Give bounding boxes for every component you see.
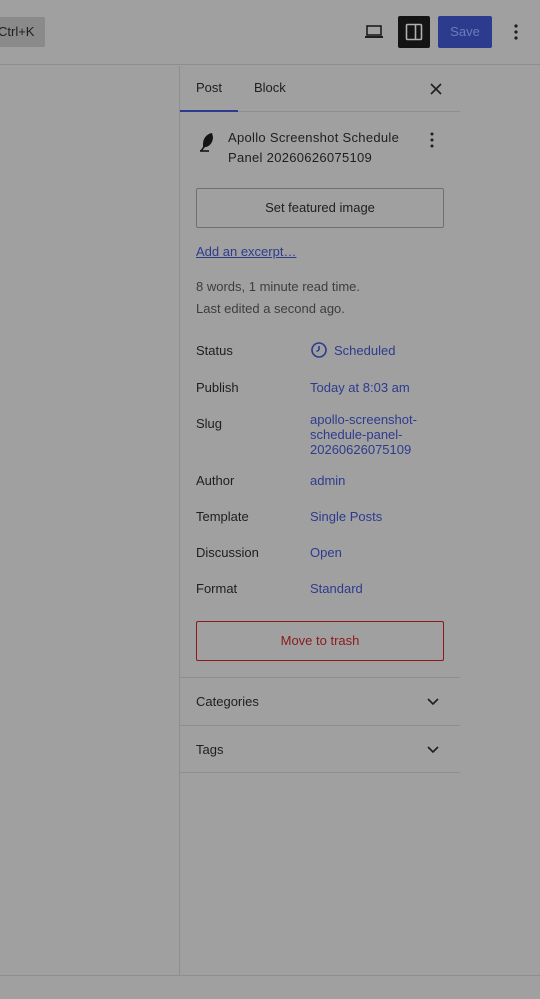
editor-footer	[0, 975, 540, 999]
panel-title: Categories	[196, 694, 259, 709]
tab-post[interactable]: Post	[180, 66, 238, 112]
feather-icon	[200, 133, 213, 152]
close-icon	[430, 83, 442, 95]
categories-panel[interactable]: Categories	[180, 677, 460, 725]
template-button[interactable]: Single Posts	[310, 509, 382, 524]
sidebar-tabs: Post Block	[180, 66, 460, 112]
editor-header: Ctrl+K Save	[0, 0, 540, 65]
slug-line: apollo-screenshot-	[310, 412, 417, 427]
sidebar-toggle-icon	[405, 23, 423, 41]
right-gutter	[460, 66, 540, 975]
settings-toggle-button[interactable]	[398, 16, 430, 48]
status-value[interactable]: Scheduled	[310, 341, 395, 359]
editor-canvas[interactable]	[0, 66, 179, 975]
slug-label: Slug	[196, 416, 223, 431]
publish-date-button[interactable]: Today at 8:03 am	[310, 380, 410, 395]
chevron-down-icon	[427, 698, 439, 706]
save-button[interactable]: Save	[438, 16, 492, 48]
post-title: Apollo Screenshot Schedule Panel 2026062…	[228, 130, 400, 165]
template-label: Template	[196, 509, 249, 524]
close-sidebar-button[interactable]	[424, 77, 448, 101]
status-value-text: Scheduled	[334, 342, 396, 358]
status-label: Status	[196, 343, 233, 358]
format-label: Format	[196, 581, 238, 596]
post-actions-kebab-icon[interactable]	[424, 132, 440, 148]
tags-panel[interactable]: Tags	[180, 725, 460, 773]
discussion-button[interactable]: Open	[310, 545, 342, 560]
preview-button[interactable]	[358, 16, 390, 48]
slug-line: 20260626075109	[310, 442, 412, 457]
slug-line: schedule-panel-	[310, 427, 403, 442]
clock-icon	[311, 342, 327, 358]
format-button[interactable]: Standard	[310, 581, 363, 596]
last-edited: Last edited a second ago.	[196, 301, 345, 316]
author-label: Author	[196, 473, 235, 488]
author-button[interactable]: admin	[310, 473, 345, 488]
discussion-label: Discussion	[196, 545, 259, 560]
tab-block[interactable]: Block	[254, 66, 286, 112]
panel-title: Tags	[196, 742, 224, 757]
publish-label: Publish	[196, 380, 239, 395]
command-palette-button[interactable]: Ctrl+K	[0, 17, 45, 47]
move-to-trash-button[interactable]: Move to trash	[196, 621, 444, 661]
slug-button[interactable]: apollo-screenshot- schedule-panel- 20260…	[310, 412, 417, 457]
add-excerpt-link[interactable]: Add an excerpt…	[196, 244, 296, 259]
set-featured-image-button[interactable]: Set featured image	[196, 188, 444, 228]
settings-sidebar: Post Block Apollo Screenshot Schedule Pa…	[179, 66, 460, 975]
kebab-icon	[514, 24, 518, 40]
laptop-icon	[365, 25, 383, 38]
post-stats: 8 words, 1 minute read time.	[196, 279, 361, 294]
chevron-down-icon	[427, 746, 439, 754]
options-menu-button[interactable]	[500, 16, 532, 48]
